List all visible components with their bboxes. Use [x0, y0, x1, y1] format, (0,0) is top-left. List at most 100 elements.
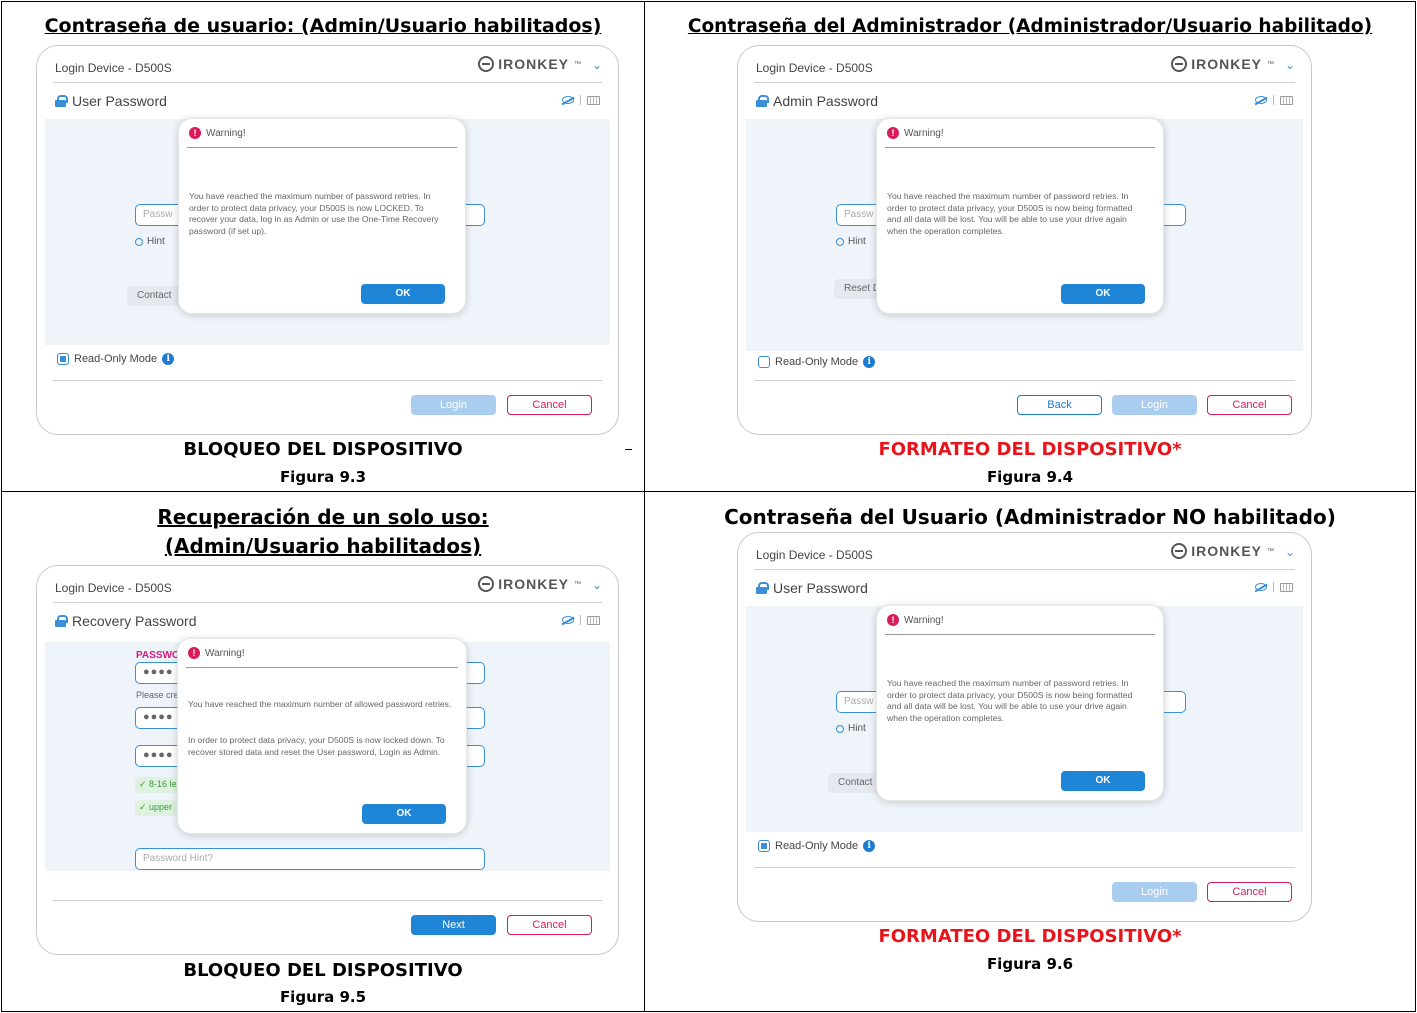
warning-header: ! Warning! — [887, 614, 944, 626]
cell-figure-9-6: Contraseña del Usuario (Administrador NO… — [644, 491, 1416, 1012]
lock-icon — [756, 582, 769, 594]
cancel-button[interactable]: Cancel — [507, 915, 592, 935]
cell-figure-9-5: Recuperación de un solo uso: (Admin/Usua… — [1, 491, 645, 1012]
cell-title: Contraseña de usuario: (Admin/Usuario ha… — [44, 15, 602, 37]
window-title: Login Device - D500S — [756, 548, 873, 562]
radio-icon — [836, 724, 844, 733]
divider — [754, 569, 1295, 570]
next-button[interactable]: Next — [411, 915, 496, 935]
caption: BLOQUEO DEL DISPOSITIVO — [183, 439, 463, 460]
screenshot-login-device: Login Device - D500S IRONKEY ™ ⌄ User Pas… — [737, 532, 1312, 922]
read-only-mode[interactable]: Read-Only Mode i — [758, 840, 876, 852]
cancel-button[interactable]: Cancel — [507, 395, 592, 415]
cancel-button[interactable]: Cancel — [1207, 395, 1292, 415]
warning-icon: ! — [188, 647, 200, 659]
password-header: Admin Password — [756, 93, 878, 109]
hide-password-icon[interactable] — [1255, 583, 1267, 591]
keyboard-icon[interactable] — [587, 615, 600, 625]
chevron-down-icon[interactable]: ⌄ — [592, 578, 602, 592]
info-icon[interactable]: i — [863, 840, 876, 852]
dialog-divider — [187, 147, 457, 148]
lock-icon — [55, 615, 68, 627]
caption: BLOQUEO DEL DISPOSITIVO — [183, 960, 463, 981]
keyboard-icon[interactable] — [1280, 95, 1293, 105]
warning-icon: ! — [887, 127, 899, 139]
caption: FORMATEO DEL DISPOSITIVO* — [878, 439, 1182, 460]
header-icons — [1255, 95, 1293, 105]
password-header: User Password — [55, 93, 167, 109]
ironkey-logo-icon — [478, 576, 495, 592]
keyboard-icon[interactable] — [1280, 582, 1293, 592]
ok-button[interactable]: OK — [362, 804, 446, 824]
hide-password-icon[interactable] — [562, 616, 574, 624]
lock-icon — [756, 95, 769, 107]
warning-message: You have reached the maximum number of p… — [887, 678, 1133, 723]
warning-header: ! Warning! — [188, 647, 245, 659]
checkbox-checked-icon[interactable] — [758, 840, 770, 852]
checkbox-checked-icon[interactable] — [57, 353, 69, 365]
header-icons — [562, 615, 600, 625]
cell-title: Contraseña del Usuario (Administrador NO… — [724, 505, 1336, 529]
hint-option[interactable]: Hint — [836, 236, 866, 247]
warning-message-p2: In order to protect data privacy, your D… — [188, 735, 445, 757]
read-only-mode[interactable]: Read-Only Mode i — [758, 356, 876, 368]
warning-icon: ! — [189, 127, 201, 139]
cell-title-line-1: Recuperación de un solo uso: — [157, 505, 489, 529]
warning-message-p1: You have reached the maximum number of a… — [188, 699, 452, 709]
hint-option[interactable]: Hint — [836, 723, 866, 734]
warning-dialog: ! Warning! You have reached the maximum n… — [876, 605, 1164, 801]
checkbox-icon[interactable] — [758, 356, 770, 368]
warning-message: You have reached the maximum number of p… — [887, 191, 1133, 236]
hide-password-icon[interactable] — [1255, 96, 1267, 104]
warning-header: ! Warning! — [189, 127, 246, 139]
create-password-text: Please cre — [136, 690, 179, 700]
password-header: User Password — [756, 580, 868, 596]
cancel-button[interactable]: Cancel — [1207, 882, 1292, 902]
password-hint-field[interactable]: Password Hint? — [135, 848, 485, 870]
window-title: Login Device - D500S — [756, 61, 873, 75]
ok-button[interactable]: OK — [1061, 771, 1145, 791]
chevron-down-icon[interactable]: ⌄ — [1285, 58, 1295, 72]
warning-dialog: ! Warning! You have reached the maximum n… — [178, 118, 466, 314]
login-button[interactable]: Login — [411, 395, 496, 415]
divider — [754, 82, 1295, 83]
password-header: Recovery Password — [55, 613, 197, 629]
divider — [53, 602, 602, 603]
ok-button[interactable]: OK — [361, 284, 445, 304]
screenshot-login-device: Login Device - D500S IRONKEY ™ ⌄ User Pas… — [36, 45, 619, 435]
login-button[interactable]: Login — [1112, 882, 1197, 902]
header-icons — [1255, 582, 1293, 592]
radio-icon — [836, 237, 844, 246]
dialog-divider — [885, 634, 1155, 635]
hide-password-icon[interactable] — [562, 96, 574, 104]
window-title: Login Device - D500S — [55, 581, 172, 595]
warning-dialog: ! Warning! You have reached the maximum n… — [876, 118, 1164, 314]
hint-option[interactable]: Hint — [135, 236, 165, 247]
info-icon[interactable]: i — [863, 356, 876, 368]
login-button[interactable]: Login — [1112, 395, 1197, 415]
ironkey-logo: IRONKEY ™ — [1171, 543, 1275, 559]
figure-label: Figura 9.6 — [986, 955, 1074, 973]
cell-title: Contraseña del Administrador (Administra… — [687, 16, 1373, 37]
radio-icon — [135, 237, 143, 246]
ironkey-logo-icon — [1171, 543, 1188, 559]
back-button[interactable]: Back — [1017, 395, 1102, 415]
read-only-mode[interactable]: Read-Only Mode i — [57, 353, 175, 365]
header-icons — [562, 95, 600, 105]
cell-figure-9-3: Contraseña de usuario: (Admin/Usuario ha… — [1, 1, 645, 492]
warning-icon: ! — [887, 614, 899, 626]
cell-figure-9-4: Contraseña del Administrador (Administra… — [644, 1, 1416, 492]
ironkey-logo: IRONKEY ™ — [1171, 56, 1275, 72]
screenshot-login-device: Login Device - D500S IRONKEY ™ ⌄ Admin Pa… — [737, 45, 1312, 435]
ironkey-logo: IRONKEY ™ — [478, 56, 582, 72]
divider — [754, 867, 1295, 868]
warning-message: You have reached the maximum number of p… — [189, 191, 439, 236]
dialog-divider — [885, 147, 1155, 148]
chevron-down-icon[interactable]: ⌄ — [592, 58, 602, 72]
dialog-divider — [186, 667, 458, 668]
ok-button[interactable]: OK — [1061, 284, 1145, 304]
password-label: PASSWO — [136, 650, 178, 661]
keyboard-icon[interactable] — [587, 95, 600, 105]
info-icon[interactable]: i — [162, 353, 175, 365]
chevron-down-icon[interactable]: ⌄ — [1285, 545, 1295, 559]
